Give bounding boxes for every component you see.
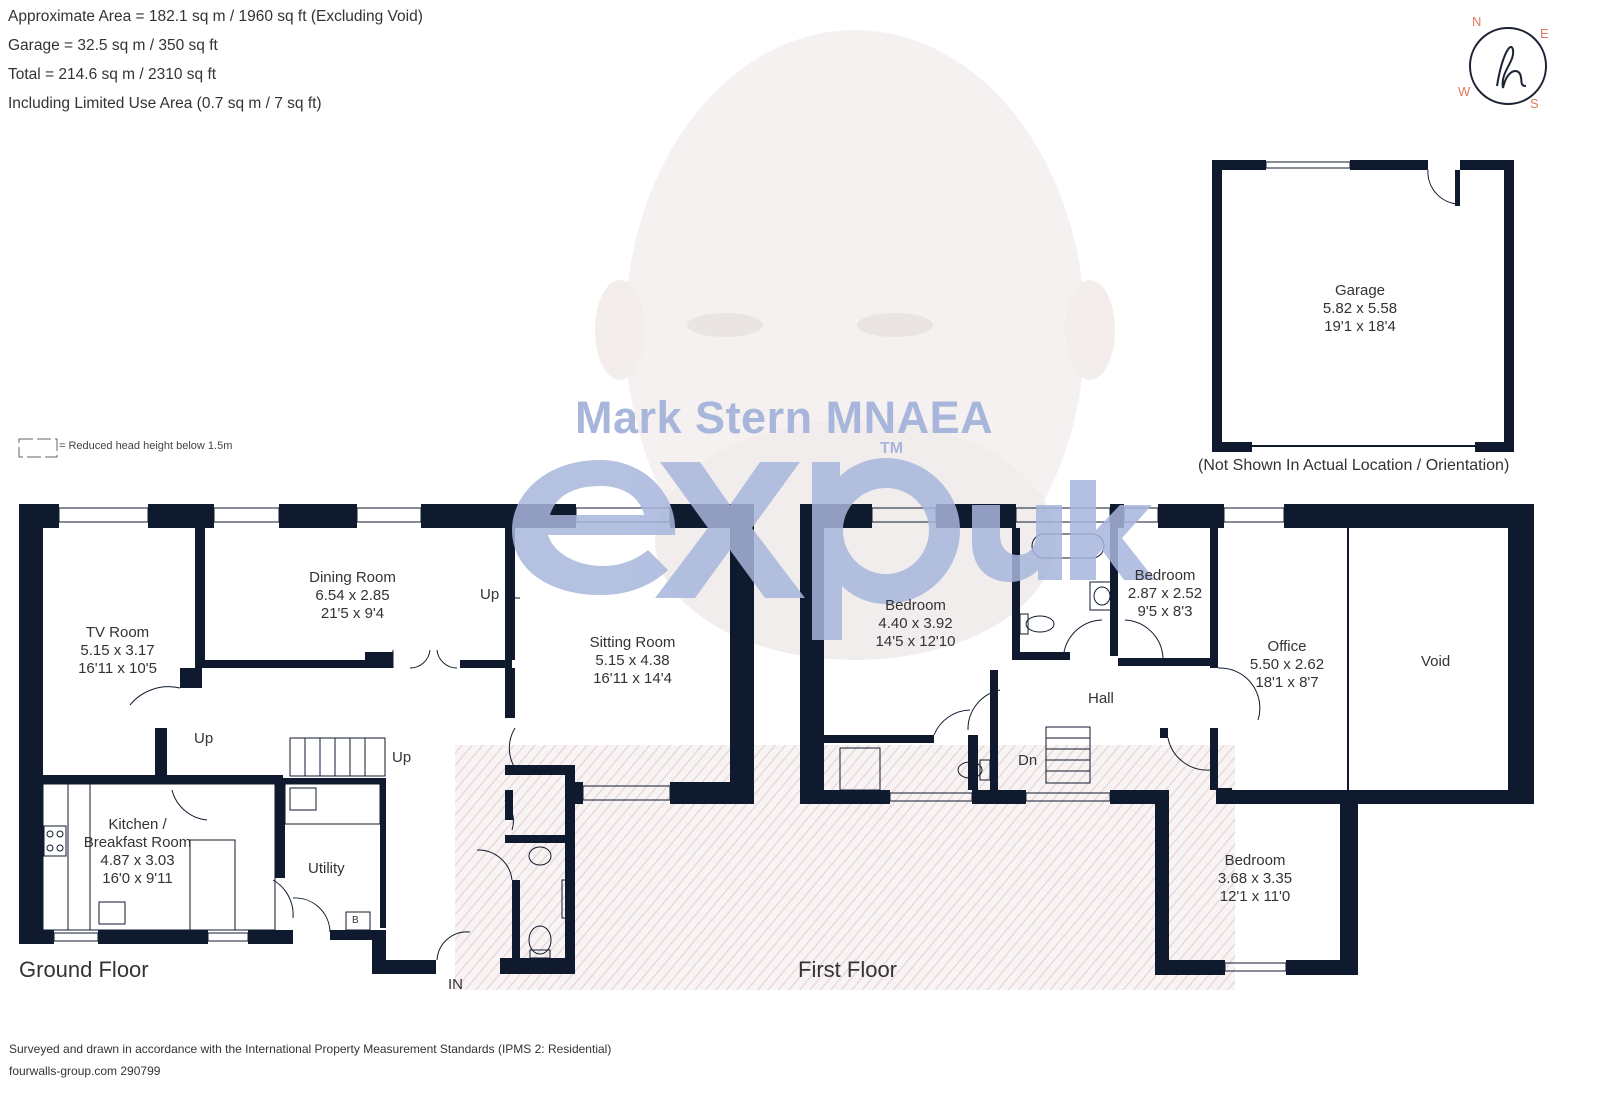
legend-reduced-head-height: = Reduced head height below 1.5m — [59, 440, 233, 452]
void-label: Void — [1421, 653, 1451, 670]
hall-label: Hall — [1088, 690, 1114, 707]
room-name: Bedroom — [885, 597, 946, 614]
ground-floor-title: Ground Floor — [19, 957, 149, 982]
room-name: Sitting Room — [589, 634, 676, 651]
agent-name-watermark: Mark Stern MNAEA — [575, 392, 994, 443]
first-floor-title: First Floor — [798, 957, 897, 982]
room-name: TV Room — [85, 624, 150, 641]
room-metric: 2.87 x 2.52 — [1127, 585, 1203, 602]
garage-room-label: Garage 5.82 x 5.58 19'1 x 18'4 — [1290, 282, 1430, 336]
legend-box — [18, 438, 58, 458]
room-name: Dining Room — [309, 569, 396, 586]
room-name: Office — [1267, 638, 1307, 655]
room-metric: 4.40 x 3.92 — [878, 615, 953, 632]
sitting-room-label: Sitting Room 5.15 x 4.38 16'11 x 14'4 — [565, 634, 700, 688]
room-name: Garage — [1334, 282, 1386, 299]
bedroom-1-label: Bedroom 4.40 x 3.92 14'5 x 12'10 — [848, 597, 983, 651]
dining-room-label: Dining Room 6.54 x 2.85 21'5 x 9'4 — [285, 569, 420, 623]
exp-logo-watermark — [512, 458, 1155, 640]
room-name: Bedroom — [1134, 567, 1196, 584]
bedroom-3-label: Bedroom 3.68 x 3.35 12'1 x 11'0 — [1190, 852, 1320, 906]
room-imperial: 16'0 x 9'11 — [102, 870, 173, 887]
room-metric: 3.68 x 3.35 — [1217, 870, 1293, 887]
room-name: Kitchen / — [108, 816, 167, 833]
garage-location-note: (Not Shown In Actual Location / Orientat… — [1198, 457, 1510, 474]
compass-east-label: E — [1540, 26, 1549, 41]
area-summary-line: Approximate Area = 182.1 sq m / 1960 sq … — [8, 8, 423, 25]
room-imperial: 14'5 x 12'10 — [875, 633, 956, 650]
utility-room-label: Utility — [308, 860, 345, 877]
room-metric: 5.50 x 2.62 — [1249, 656, 1325, 673]
room-metric: 5.15 x 3.17 — [80, 642, 155, 659]
compass-logo — [1469, 27, 1547, 105]
room-imperial: 12'1 x 11'0 — [1219, 888, 1291, 905]
total-area-line: Total = 214.6 sq m / 2310 sq ft — [8, 66, 217, 83]
room-metric: 4.87 x 3.03 — [100, 852, 175, 869]
room-imperial: 16'11 x 14'4 — [593, 670, 672, 687]
stairs-up-label: Up — [194, 730, 214, 747]
office-label: Office 5.50 x 2.62 18'1 x 8'7 — [1232, 638, 1342, 692]
survey-standards-note: Surveyed and drawn in accordance with th… — [9, 1042, 612, 1056]
compass-north-label: N — [1472, 14, 1482, 29]
garage-area-line: Garage = 32.5 sq m / 350 sq ft — [8, 37, 218, 54]
floor-plan-drawing — [18, 27, 1547, 990]
compass-south-label: S — [1530, 96, 1539, 111]
room-imperial: 18'1 x 8'7 — [1255, 674, 1319, 691]
room-imperial: 21'5 x 9'4 — [320, 605, 385, 622]
boiler-label: B — [352, 915, 359, 926]
room-imperial: 9'5 x 8'3 — [1137, 603, 1193, 620]
tv-room-label: TV Room 5.15 x 3.17 16'11 x 10'5 — [55, 624, 180, 678]
entrance-label: IN — [448, 976, 463, 993]
room-metric: 6.54 x 2.85 — [315, 587, 390, 604]
stairs-up-label: Up — [392, 749, 412, 766]
room-name-line2: Breakfast Room — [83, 834, 192, 851]
stairs-up-label: Up — [480, 586, 500, 603]
surveyor-reference: fourwalls-group.com 290799 — [9, 1064, 161, 1078]
room-metric: 5.15 x 4.38 — [595, 652, 670, 669]
limited-use-area-line: Including Limited Use Area (0.7 sq m / 7… — [8, 95, 322, 112]
room-name: Bedroom — [1224, 852, 1286, 869]
room-imperial: 16'11 x 10'5 — [78, 660, 157, 677]
stairs-down-label: Dn — [1018, 752, 1038, 769]
room-imperial: 19'1 x 18'4 — [1324, 318, 1396, 335]
compass-west-label: W — [1458, 84, 1471, 99]
trademark-symbol: TM — [880, 440, 904, 457]
kitchen-breakfast-room-label: Kitchen / Breakfast Room 4.87 x 3.03 16'… — [70, 816, 205, 888]
bedroom-2-label: Bedroom 2.87 x 2.52 9'5 x 8'3 — [1120, 567, 1210, 621]
room-metric: 5.82 x 5.58 — [1322, 300, 1398, 317]
